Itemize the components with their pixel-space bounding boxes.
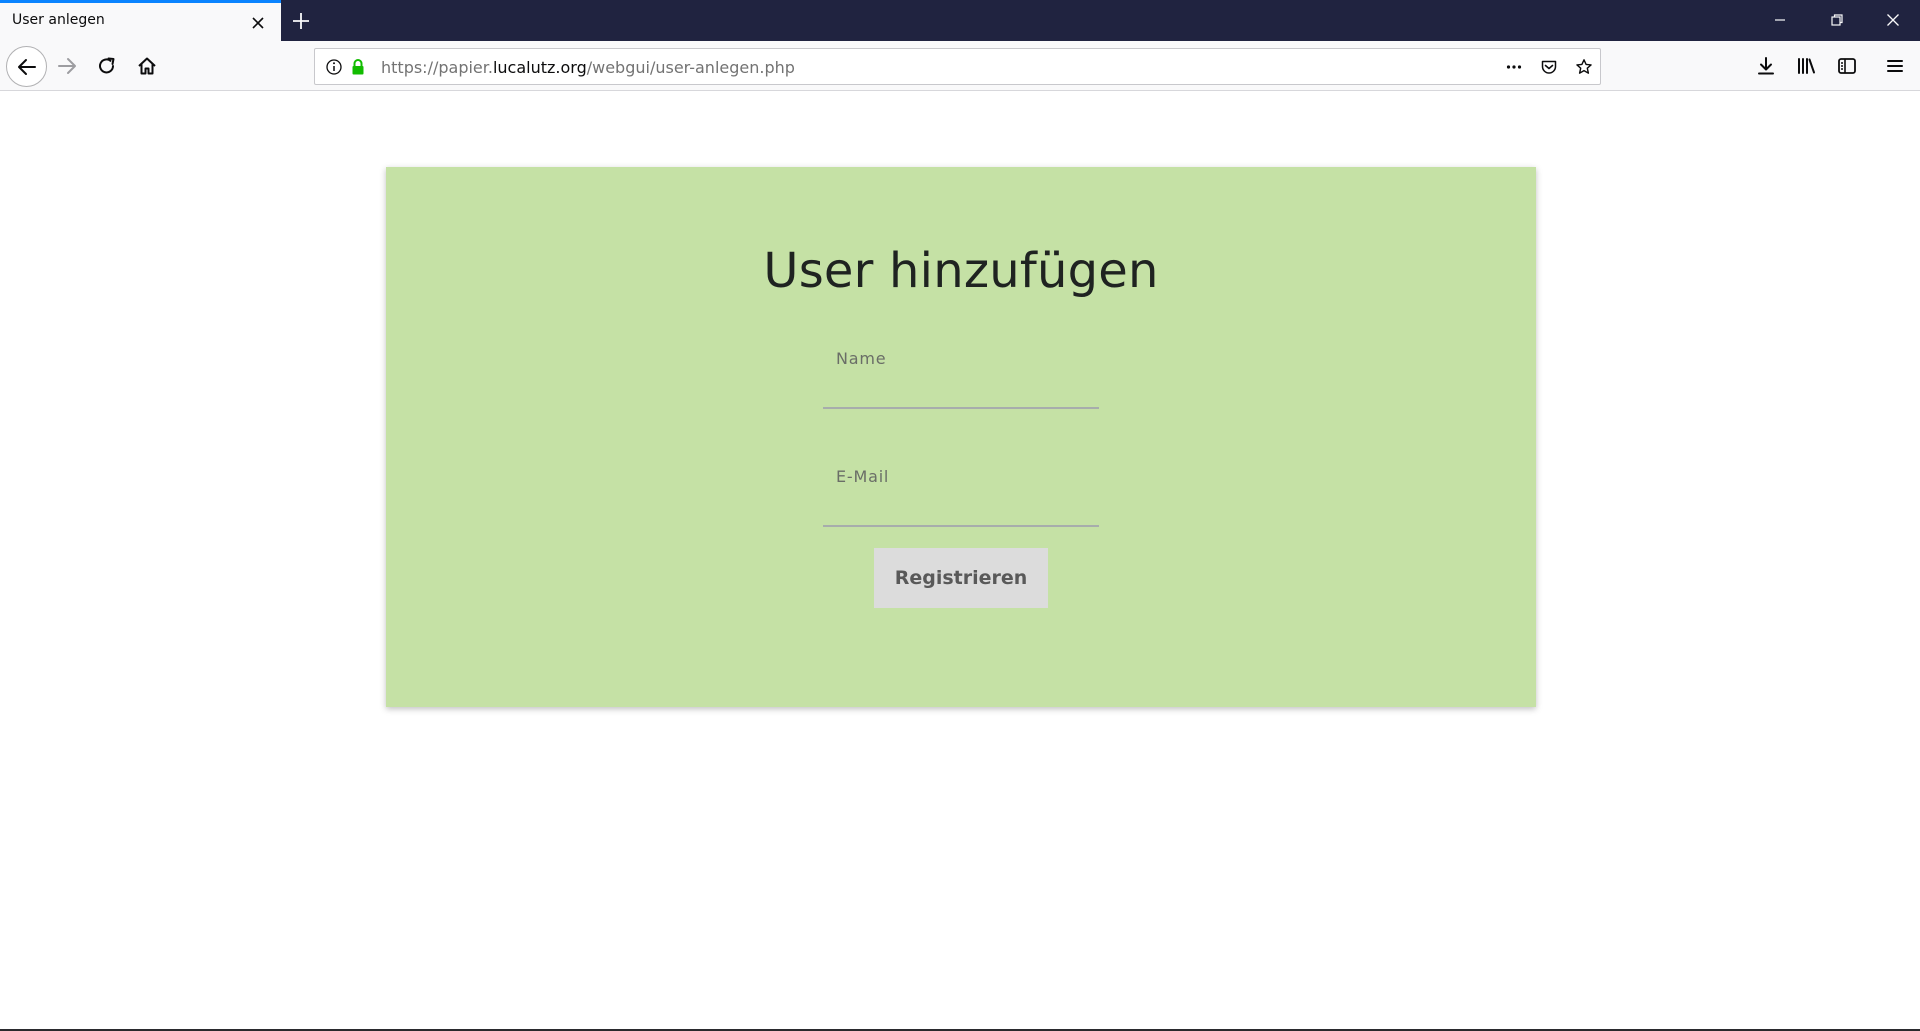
plus-icon[interactable] [290, 10, 312, 32]
email-label: E-Mail [836, 467, 890, 486]
sidebar-button[interactable] [1832, 51, 1862, 81]
close-icon[interactable] [250, 15, 266, 31]
info-icon[interactable] [325, 58, 343, 76]
tab-title: User anlegen [12, 12, 105, 28]
forward-button[interactable] [52, 51, 82, 81]
url-bar[interactable]: https://papier.lucalutz.org/webgui/user-… [314, 48, 1601, 85]
sidebar-icon [1838, 58, 1856, 74]
email-input[interactable] [823, 489, 1099, 523]
email-field[interactable]: E-Mail [823, 467, 1099, 527]
page-content: User hinzufügen Name E-Mail Registrieren [0, 92, 1920, 1031]
star-icon[interactable] [1575, 58, 1593, 76]
library-icon [1798, 58, 1815, 74]
reload-button[interactable] [92, 51, 122, 81]
arrow-right-icon [58, 58, 76, 74]
download-icon [1758, 57, 1774, 75]
downloads-button[interactable] [1751, 51, 1781, 81]
page-title: User hinzufügen [763, 243, 1159, 299]
back-button[interactable] [6, 46, 47, 87]
url-prefix: https://papier. [381, 58, 493, 77]
reload-icon [99, 57, 115, 74]
minimize-icon[interactable] [1771, 11, 1789, 29]
user-form-card: User hinzufügen Name E-Mail Registrieren [386, 167, 1536, 707]
name-field[interactable]: Name [823, 349, 1099, 409]
register-button[interactable]: Registrieren [874, 548, 1048, 608]
url-text[interactable]: https://papier.lucalutz.org/webgui/user-… [381, 58, 795, 77]
home-button[interactable] [132, 51, 162, 81]
menu-button[interactable] [1880, 51, 1910, 81]
url-path: /webgui/user-anlegen.php [586, 58, 795, 77]
lock-icon[interactable] [349, 58, 367, 76]
restore-icon[interactable] [1828, 11, 1846, 29]
arrow-left-icon [17, 58, 36, 75]
name-input[interactable] [823, 371, 1099, 405]
name-label: Name [836, 349, 887, 368]
hamburger-menu-icon [1887, 60, 1903, 72]
title-bar: User anlegen [0, 0, 1920, 41]
library-button[interactable] [1791, 51, 1821, 81]
url-host: lucalutz.org [492, 58, 587, 77]
email-underline [823, 525, 1099, 527]
pocket-icon[interactable] [1540, 58, 1558, 76]
window-close-icon[interactable] [1884, 11, 1902, 29]
name-underline [823, 407, 1099, 409]
nav-toolbar: https://papier.lucalutz.org/webgui/user-… [0, 41, 1920, 91]
home-icon [138, 57, 156, 75]
tab-user-anlegen[interactable]: User anlegen [0, 0, 281, 41]
more-actions-icon[interactable] [1505, 58, 1523, 76]
